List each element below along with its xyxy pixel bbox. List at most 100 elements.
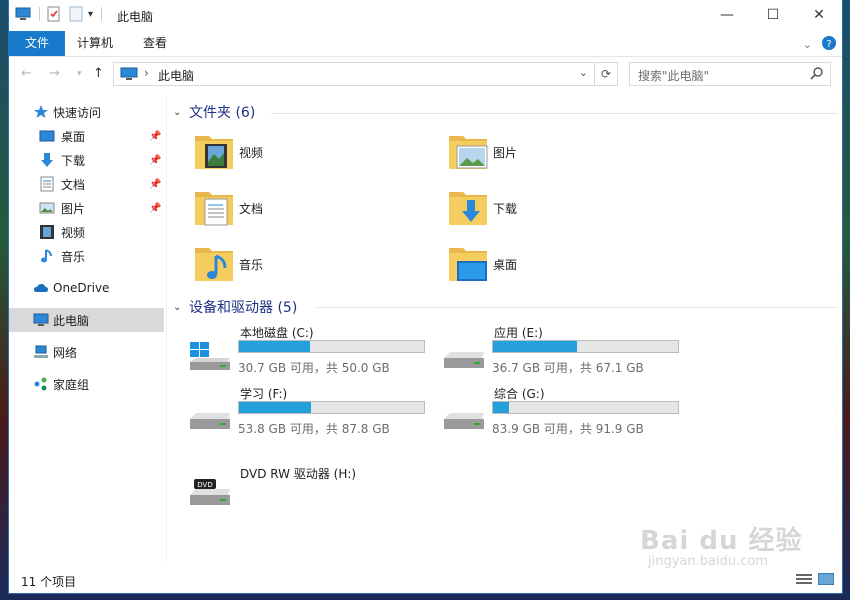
address-bar[interactable]: › 此电脑 ⌄	[113, 62, 595, 86]
folder-label: 视频	[239, 146, 264, 160]
tab-view[interactable]: 查看	[143, 31, 167, 56]
drive-item-f[interactable]: 学习 (F:) 53.8 GB 可用，共 87.8 GB	[188, 385, 428, 441]
nav-item-documents[interactable]: 文档 📌	[9, 172, 164, 196]
hard-drive-icon	[442, 336, 486, 372]
folder-item-videos[interactable]: 视频	[193, 130, 423, 178]
nav-label: 快速访问	[53, 105, 102, 120]
drive-item-h[interactable]: DVD DVD RW 驱动器 (H:)	[188, 461, 428, 517]
drive-free-space: 30.7 GB 可用，共 50.0 GB	[238, 361, 390, 375]
desktop-folder-icon	[447, 242, 489, 284]
folder-item-documents[interactable]: 文档	[193, 186, 423, 234]
nav-label: 此电脑	[53, 313, 90, 328]
star-icon	[33, 104, 49, 120]
cloud-icon	[33, 280, 49, 296]
search-placeholder: 搜索"此电脑"	[638, 69, 710, 83]
drive-free-space: 36.7 GB 可用，共 67.1 GB	[492, 361, 644, 375]
nav-item-this-pc[interactable]: 此电脑	[9, 308, 164, 332]
ribbon-tabs: 文件 计算机 查看 ⌄ ?	[9, 31, 842, 57]
quick-access-toolbar: ▾	[15, 6, 103, 22]
tab-computer[interactable]: 计算机	[77, 31, 113, 56]
computer-icon	[15, 6, 31, 22]
drive-free-space: 53.8 GB 可用，共 87.8 GB	[238, 422, 390, 436]
folder-item-pictures[interactable]: 图片	[447, 130, 677, 178]
nav-item-onedrive[interactable]: OneDrive	[9, 276, 164, 300]
folder-label: 文档	[239, 202, 264, 216]
desktop-icon	[39, 128, 55, 144]
music-icon	[39, 248, 55, 264]
forward-arrow-icon[interactable]: →	[49, 66, 60, 81]
drive-item-g[interactable]: 综合 (G:) 83.9 GB 可用，共 91.9 GB	[442, 385, 682, 441]
close-button[interactable]: ✕	[796, 0, 842, 30]
address-dropdown-icon[interactable]: ⌄	[579, 66, 588, 79]
hard-drive-icon	[188, 397, 232, 433]
nav-label: 桌面	[61, 129, 86, 144]
ribbon-right-controls: ⌄ ?	[803, 36, 836, 53]
nav-item-network[interactable]: 网络	[9, 340, 164, 364]
drive-free-space: 83.9 GB 可用，共 91.9 GB	[492, 422, 644, 436]
expand-ribbon-icon[interactable]: ⌄	[803, 38, 812, 51]
computer-icon	[120, 66, 138, 85]
drive-usage-bar	[492, 401, 679, 414]
drive-item-c[interactable]: 本地磁盘 (C:) 30.7 GB 可用，共 50.0 GB	[188, 324, 428, 380]
nav-item-pictures[interactable]: 图片 📌	[9, 196, 164, 220]
folder-item-desktop[interactable]: 桌面	[447, 242, 677, 290]
up-arrow-icon[interactable]: ↑	[93, 66, 104, 81]
group-divider	[271, 113, 837, 114]
properties-icon[interactable]	[46, 6, 62, 22]
windows-drive-icon	[188, 336, 232, 372]
large-icons-view-icon[interactable]	[817, 572, 835, 588]
nav-label: 音乐	[61, 249, 86, 264]
nav-item-downloads[interactable]: 下载 📌	[9, 148, 164, 172]
drive-usage-fill	[239, 402, 311, 413]
folders-group-header[interactable]: ⌄ 文件夹 (6)	[173, 102, 255, 122]
drive-usage-fill	[493, 341, 577, 352]
pin-icon: 📌	[149, 178, 162, 190]
download-icon	[39, 152, 55, 168]
drive-usage-bar	[238, 340, 425, 353]
nav-item-videos[interactable]: 视频	[9, 220, 164, 244]
nav-item-quick-access[interactable]: 快速访问	[9, 100, 164, 124]
folder-label: 图片	[493, 146, 518, 160]
drives-group-header[interactable]: ⌄ 设备和驱动器 (5)	[173, 297, 297, 317]
nav-item-music[interactable]: 音乐	[9, 244, 164, 268]
refresh-button[interactable]: ⟳	[595, 62, 618, 86]
svg-text:?: ?	[826, 39, 831, 50]
nav-item-desktop[interactable]: 桌面 📌	[9, 124, 164, 148]
watermark-brand: Bai du 经验	[640, 526, 803, 556]
video-folder-icon	[193, 130, 235, 172]
customize-dropdown-icon[interactable]: ▾	[88, 9, 93, 20]
maximize-button[interactable]: ☐	[750, 0, 796, 30]
status-bar: 11 个项目	[9, 568, 842, 592]
folder-item-music[interactable]: 音乐	[193, 242, 423, 290]
drive-item-e[interactable]: 应用 (E:) 36.7 GB 可用，共 67.1 GB	[442, 324, 682, 380]
folders-group-title: 文件夹 (6)	[189, 105, 256, 121]
details-view-icon[interactable]	[796, 573, 812, 588]
pin-icon: 📌	[149, 202, 162, 214]
collapse-chevron-icon[interactable]: ⌄	[173, 302, 189, 313]
help-icon[interactable]: ?	[822, 36, 836, 53]
nav-item-homegroup[interactable]: 家庭组	[9, 372, 164, 396]
back-arrow-icon[interactable]: ←	[21, 66, 32, 81]
folder-label: 桌面	[493, 258, 518, 272]
video-icon	[39, 224, 55, 240]
drive-usage-bar	[238, 401, 425, 414]
minimize-button[interactable]: —	[704, 0, 750, 30]
item-count: 11 个项目	[21, 575, 77, 589]
breadcrumb-this-pc[interactable]: 此电脑	[158, 67, 194, 84]
dvd-drive-icon: DVD	[188, 473, 232, 509]
breadcrumb-separator: ›	[144, 66, 149, 80]
folder-item-downloads[interactable]: 下载	[447, 186, 677, 234]
document-icon	[39, 176, 55, 192]
search-icon[interactable]	[810, 66, 824, 83]
search-input[interactable]: 搜索"此电脑"	[629, 62, 831, 86]
drive-name: DVD RW 驱动器 (H:)	[240, 467, 357, 481]
new-folder-icon[interactable]	[68, 6, 84, 22]
nav-label: 图片	[61, 201, 86, 216]
tab-file[interactable]: 文件	[9, 31, 65, 56]
collapse-chevron-icon[interactable]: ⌄	[173, 107, 189, 118]
nav-label: 网络	[53, 345, 78, 360]
drives-group-title: 设备和驱动器 (5)	[189, 300, 298, 316]
hard-drive-icon	[442, 397, 486, 433]
recent-locations-icon[interactable]: ▾	[77, 69, 82, 79]
drive-usage-fill	[493, 402, 510, 413]
